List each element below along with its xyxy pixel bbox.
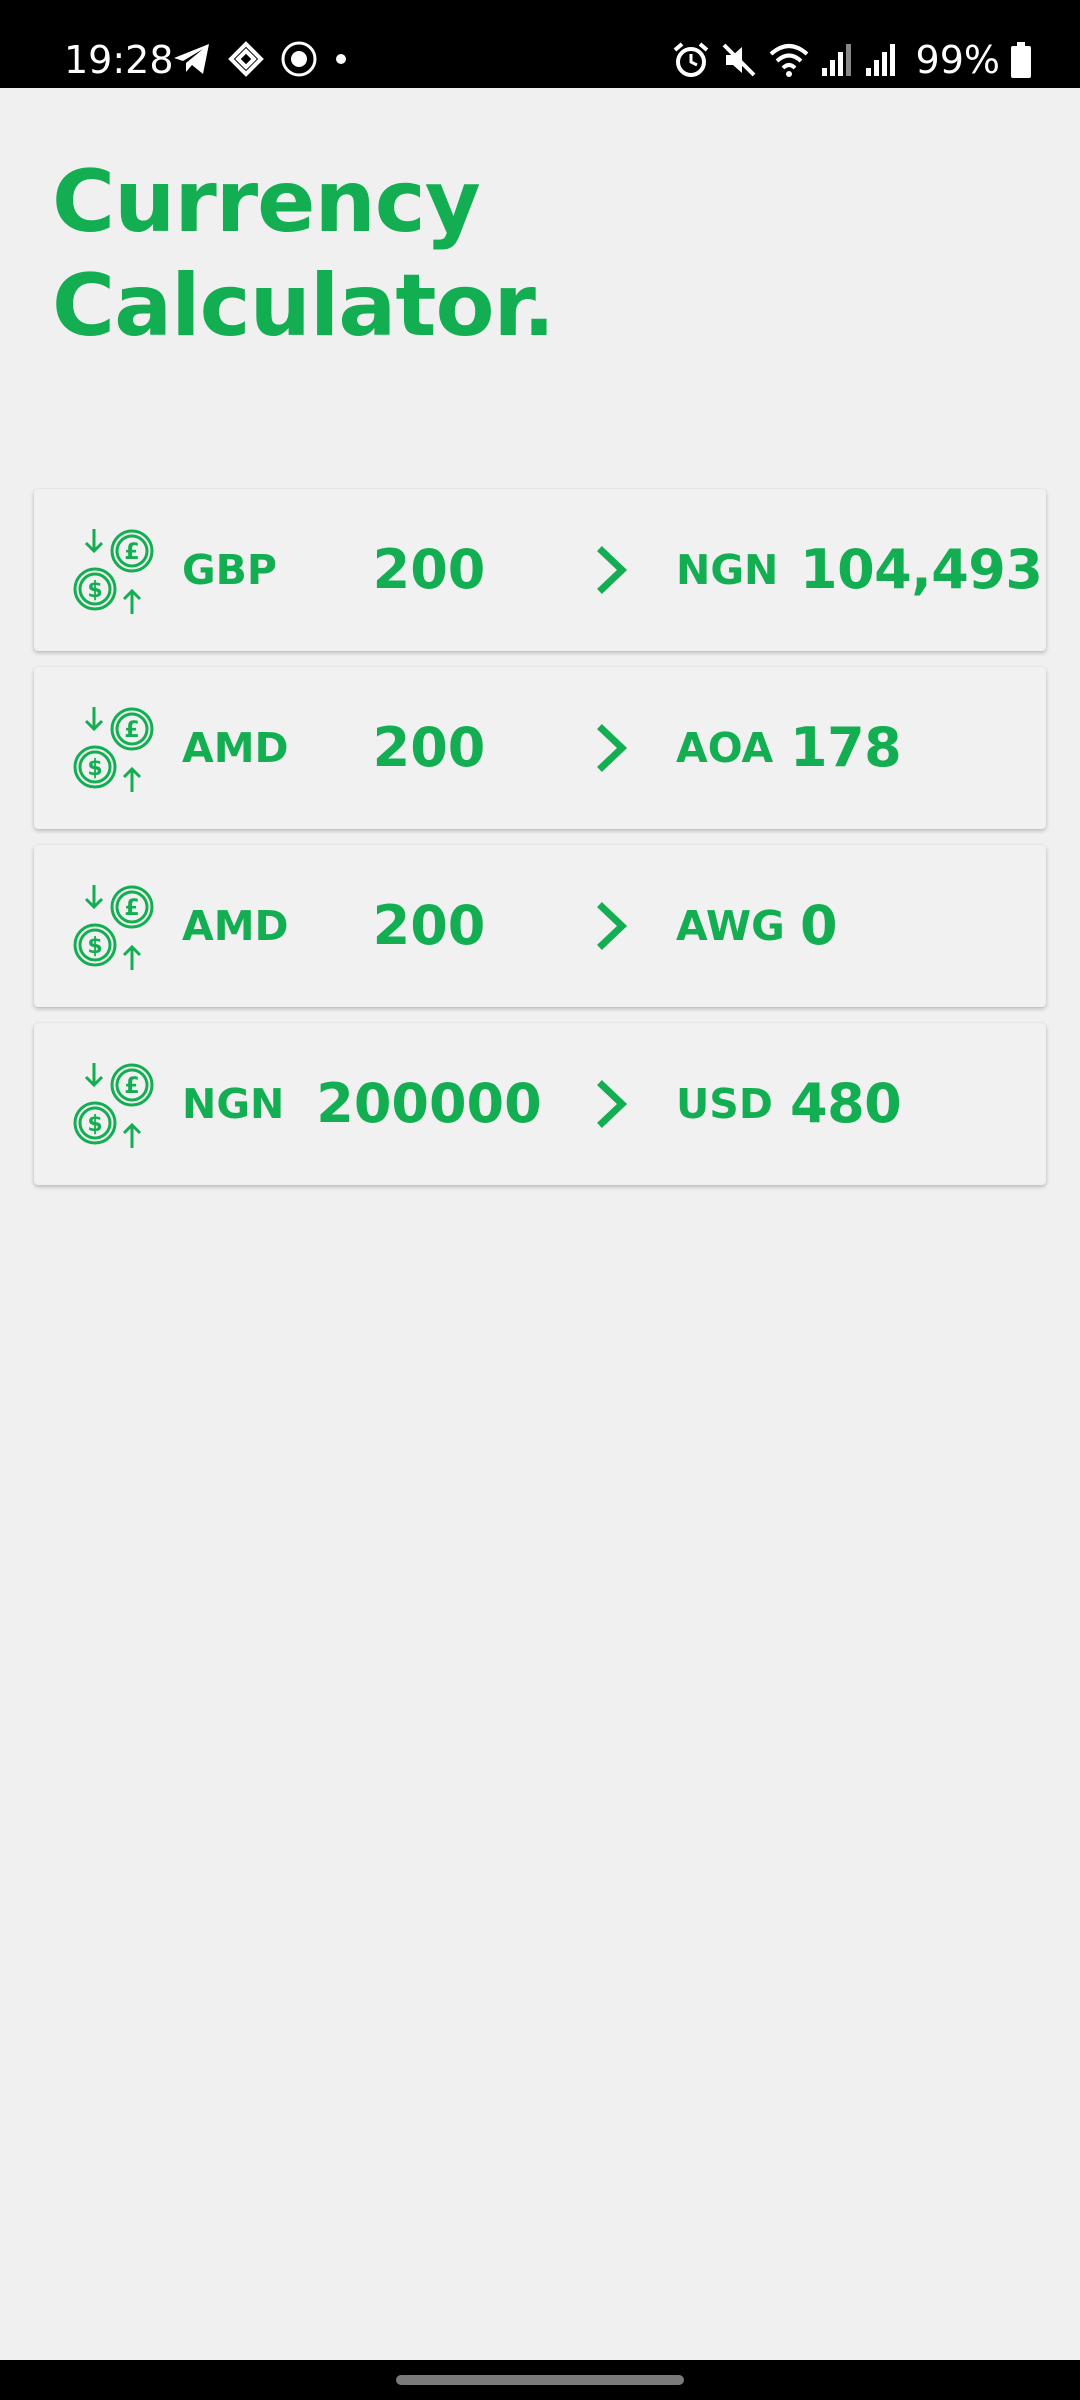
to-amount: 480 (790, 1072, 902, 1135)
svg-text:£: £ (124, 718, 139, 743)
chevron-right-icon (597, 724, 628, 772)
conversion-card[interactable]: £ $ AMD 200 AOA 178 (34, 667, 1046, 829)
conversion-card[interactable]: £ $ AMD 200 AWG 0 (34, 845, 1046, 1007)
dot-icon (336, 54, 346, 64)
alarm-icon (673, 42, 708, 77)
title-line-1: Currency (52, 152, 481, 252)
svg-text:$: $ (87, 756, 102, 781)
from-amount: 200 (372, 716, 486, 779)
currency-exchange-icon: £ $ (73, 707, 154, 792)
signal-icon (821, 44, 851, 76)
from-currency-code: AMD (182, 902, 289, 950)
conversion-card[interactable]: £ $ GBP 200 NGN 104,493 (34, 489, 1046, 651)
currency-exchange-icon: £ $ (73, 529, 154, 614)
from-amount: 200 (372, 538, 486, 601)
home-gesture-handle[interactable] (396, 2375, 684, 2385)
currency-exchange-icon: £ $ (73, 1063, 154, 1148)
telegram-icon (174, 44, 209, 74)
svg-text:$: $ (87, 934, 102, 959)
to-currency-code: USD (676, 1080, 773, 1128)
to-currency-code: NGN (676, 546, 779, 594)
page-title: Currency Calculator. (52, 150, 555, 358)
to-currency-code: AWG (676, 902, 785, 950)
svg-text:£: £ (124, 896, 139, 921)
svg-text:$: $ (87, 578, 102, 603)
signal-icon (865, 44, 895, 76)
chevron-right-icon (597, 902, 628, 950)
crest-icon (281, 41, 317, 77)
svg-text:£: £ (124, 1074, 139, 1099)
wifi-icon (769, 44, 808, 77)
status-left-icons (172, 40, 348, 78)
to-amount: 104,493 (800, 538, 1043, 601)
battery-icon (1011, 42, 1031, 78)
from-amount: 200 (372, 894, 486, 957)
battery-percent: 99% (915, 38, 1000, 82)
mute-icon (722, 43, 755, 77)
status-right-icons: 99% (672, 38, 1032, 82)
app-icon (228, 41, 264, 77)
svg-text:$: $ (87, 1112, 102, 1137)
chevron-right-icon (597, 1080, 628, 1128)
status-time: 19:28 (64, 38, 174, 82)
chevron-right-icon (597, 546, 628, 594)
from-amount: 200000 (316, 1072, 542, 1135)
currency-exchange-icon: £ $ (73, 885, 154, 970)
to-amount: 0 (800, 894, 838, 957)
conversion-card[interactable]: £ $ NGN 200000 USD 480 (34, 1023, 1046, 1185)
from-currency-code: NGN (182, 1080, 285, 1128)
from-currency-code: AMD (182, 724, 289, 772)
to-currency-code: AOA (676, 724, 774, 772)
svg-text:£: £ (124, 540, 139, 565)
status-bar: 19:28 99% (0, 0, 1080, 88)
title-line-2: Calculator. (52, 256, 555, 356)
to-amount: 178 (790, 716, 902, 779)
navigation-bar (0, 2360, 1080, 2400)
from-currency-code: GBP (182, 546, 277, 594)
conversion-list: £ $ GBP 200 NGN 104,493 £ $ AMD 200 AOA … (34, 489, 1046, 1201)
